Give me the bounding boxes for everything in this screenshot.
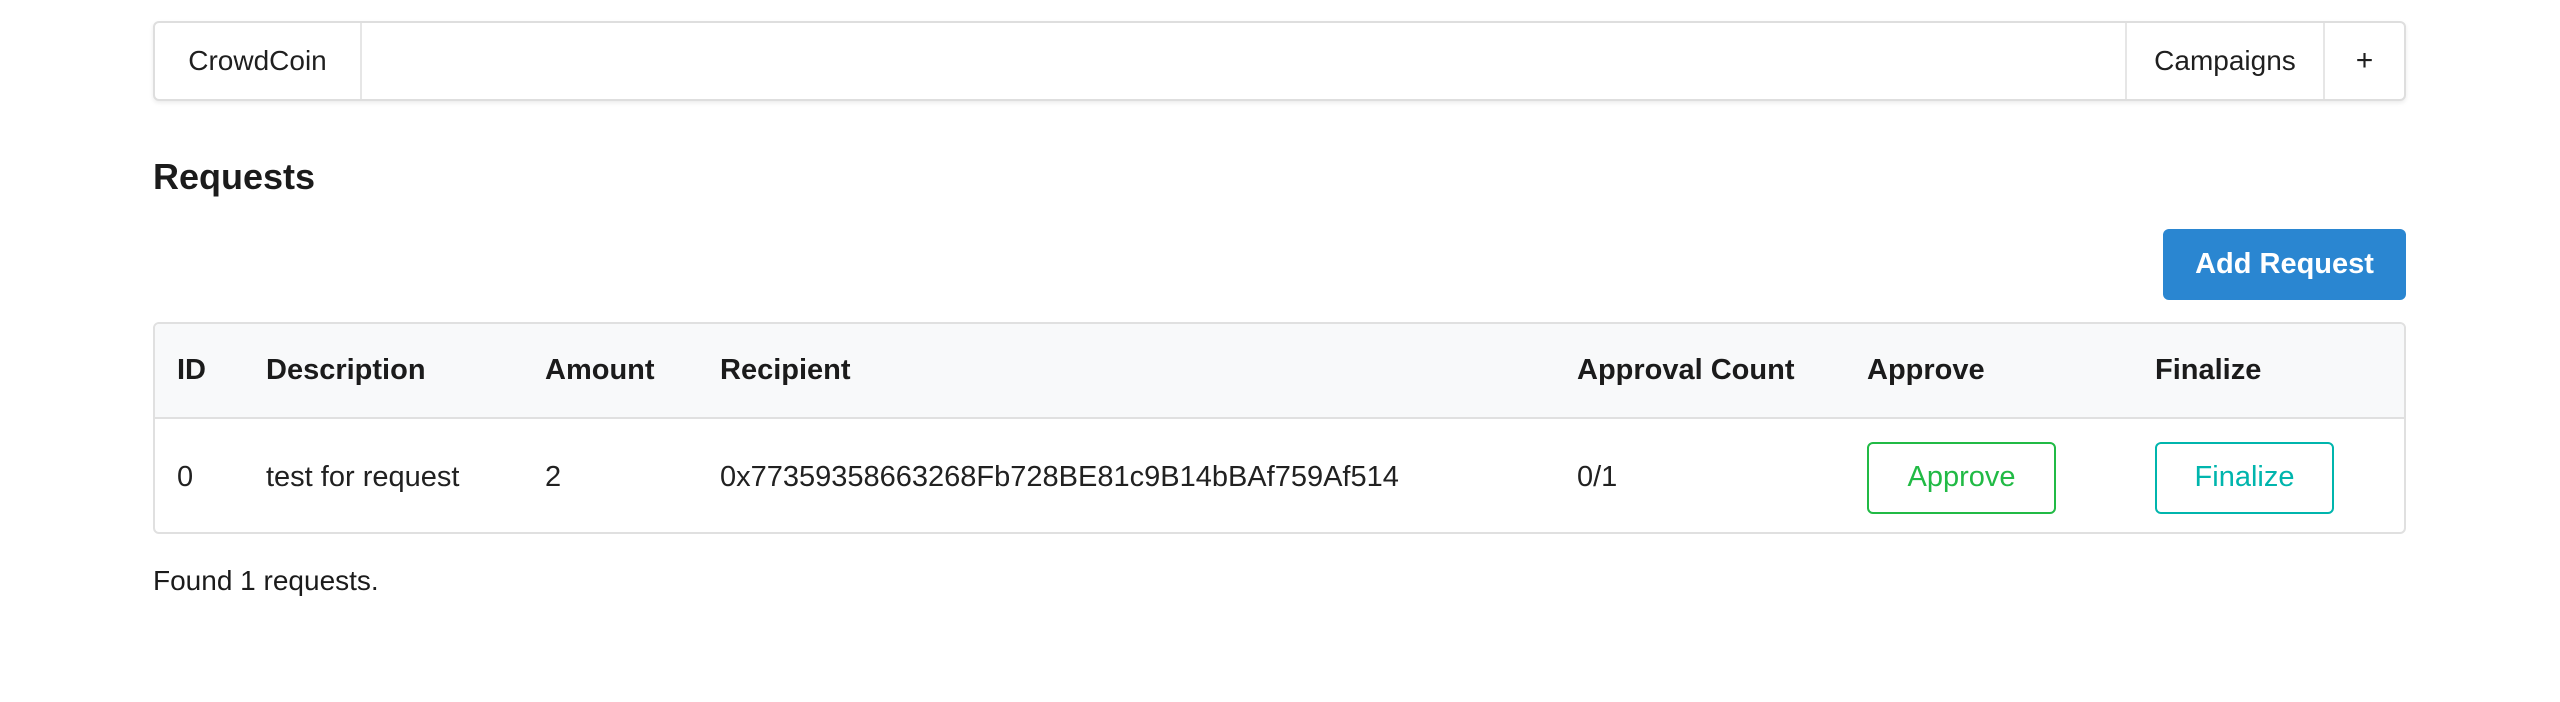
- found-requests-text: Found 1 requests.: [153, 565, 379, 596]
- page-title: Requests: [153, 156, 316, 197]
- campaigns-link[interactable]: Campaigns: [2125, 23, 2323, 99]
- cell-approve: Approve: [1867, 419, 2056, 532]
- header-id: ID: [177, 354, 206, 386]
- approve-button[interactable]: Approve: [1867, 441, 2056, 514]
- menu-spacer: [362, 23, 2125, 99]
- cell-amount: 2: [545, 461, 562, 493]
- header-description: Description: [266, 354, 426, 386]
- finalize-button[interactable]: Finalize: [2155, 441, 2334, 514]
- add-campaign-link[interactable]: +: [2323, 23, 2404, 99]
- requests-table: ID Description Amount Recipient Approval…: [153, 322, 2406, 534]
- cell-recipient: 0x77359358663268Fb728BE81c9B14bBAf759Af5…: [720, 461, 1399, 493]
- cell-description: test for request: [266, 461, 460, 493]
- page: CrowdCoin Campaigns + Requests Add Reque…: [0, 0, 2560, 702]
- header-amount: Amount: [545, 354, 655, 386]
- table-row: 0 test for request 2 0x77359358663268Fb7…: [155, 419, 2404, 532]
- header-approval-count: Approval Count: [1577, 354, 1795, 386]
- header-approve: Approve: [1867, 354, 1985, 386]
- add-request-button[interactable]: Add Request: [2163, 229, 2406, 300]
- header-finalize: Finalize: [2155, 354, 2262, 386]
- header-recipient: Recipient: [720, 354, 851, 386]
- cell-finalize: Finalize: [2155, 419, 2334, 532]
- top-menu: CrowdCoin Campaigns +: [153, 21, 2406, 101]
- brand-link[interactable]: CrowdCoin: [155, 23, 362, 99]
- cell-id: 0: [177, 461, 194, 493]
- cell-approval-count: 0/1: [1577, 461, 1618, 493]
- table-header-row: ID Description Amount Recipient Approval…: [155, 324, 2404, 419]
